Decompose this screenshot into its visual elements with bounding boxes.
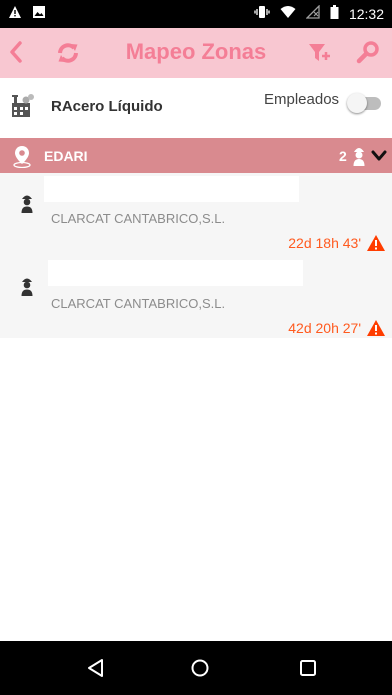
worker-icon xyxy=(20,193,34,218)
worker-list: CLARCAT CANTABRICO,S.L. 22d 18h 43' CLAR… xyxy=(0,173,392,338)
home-circle-icon[interactable] xyxy=(190,658,210,683)
location-title: RAcero Líquido xyxy=(51,98,163,115)
warning-icon xyxy=(366,319,386,342)
search-icon[interactable] xyxy=(356,40,380,69)
vibrate-icon xyxy=(254,5,270,24)
chevron-down-icon[interactable] xyxy=(371,149,387,167)
worker-duration: 42d 20h 27' xyxy=(288,320,361,336)
worker-icon xyxy=(352,145,366,172)
location-header: RAcero Líquido Empleados xyxy=(0,78,392,138)
worker-icon xyxy=(20,276,34,301)
worker-duration: 22d 18h 43' xyxy=(288,235,361,251)
factory-icon xyxy=(10,93,36,124)
status-time: 12:32 xyxy=(348,6,384,22)
worker-name xyxy=(44,176,299,202)
employees-toggle-label: Empleados xyxy=(264,91,340,108)
location-pin-icon xyxy=(10,144,34,173)
worker-name xyxy=(48,260,303,286)
zone-header[interactable]: EDARI 2 xyxy=(0,138,392,173)
employees-toggle-knob[interactable] xyxy=(347,93,367,113)
battery-icon xyxy=(330,4,339,24)
list-item[interactable]: CLARCAT CANTABRICO,S.L. 22d 18h 43' xyxy=(0,173,392,255)
filter-icon[interactable] xyxy=(307,40,331,69)
status-bar: 12:32 xyxy=(0,0,392,28)
recents-square-icon[interactable] xyxy=(298,658,318,683)
warning-icon xyxy=(366,234,386,257)
back-triangle-icon[interactable] xyxy=(86,658,106,683)
no-signal-icon xyxy=(305,3,320,24)
page-title: Mapeo Zonas xyxy=(125,39,267,64)
alert-icon xyxy=(8,5,22,24)
app-bar: Mapeo Zonas xyxy=(0,28,392,78)
system-nav-bar xyxy=(0,641,392,695)
zone-name: EDARI xyxy=(44,148,88,164)
image-icon xyxy=(32,5,46,24)
worker-company: CLARCAT CANTABRICO,S.L. xyxy=(51,211,226,226)
worker-company: CLARCAT CANTABRICO,S.L. xyxy=(51,296,226,311)
list-item[interactable]: CLARCAT CANTABRICO,S.L. 42d 20h 27' xyxy=(0,259,392,341)
wifi-icon xyxy=(280,5,296,24)
zone-worker-count: 2 xyxy=(339,148,347,164)
